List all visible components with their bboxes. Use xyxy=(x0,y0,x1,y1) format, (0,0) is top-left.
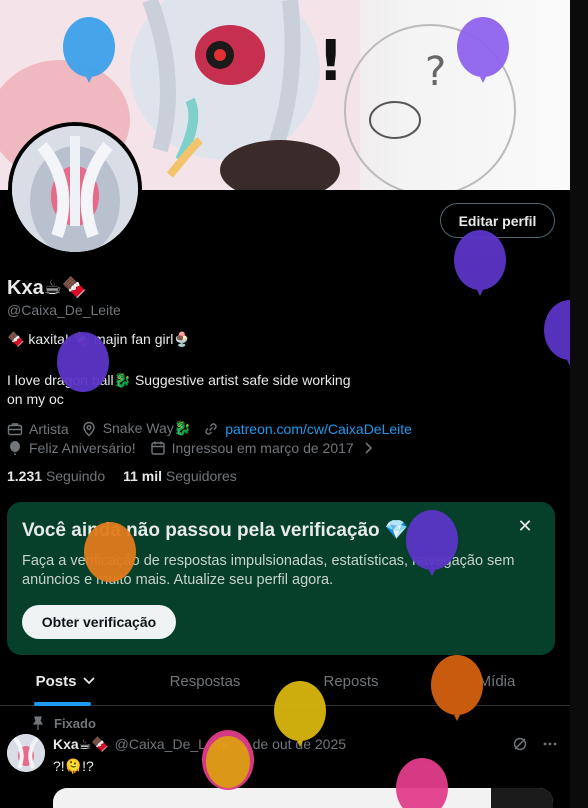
briefcase-icon xyxy=(7,421,23,437)
tweet-text: ?!🫠!? xyxy=(53,758,94,774)
balloon-icon xyxy=(7,440,23,456)
tab-reposts-label: Reposts xyxy=(323,673,379,690)
pin-icon xyxy=(30,715,46,731)
tweet-author[interactable]: Kxa☕🍫 xyxy=(53,736,109,753)
followers-label: Seguidores xyxy=(165,468,237,484)
display-name: Kxa☕🍫 xyxy=(7,277,87,299)
tab-media[interactable]: Mídia xyxy=(424,658,570,705)
profile-avatar[interactable] xyxy=(8,122,142,256)
get-verified-button[interactable]: Obter verificação xyxy=(22,605,176,639)
chevron-down-icon[interactable] xyxy=(82,675,96,689)
location-pin-icon xyxy=(81,421,97,437)
tab-posts[interactable]: Posts xyxy=(0,658,132,706)
pinned-indicator: Fixado xyxy=(30,715,96,731)
verification-title: Você ainda não passou pela verificação 💎 xyxy=(22,520,409,541)
user-handle: @Caixa_De_Leite xyxy=(7,302,121,318)
tweet-handle-date[interactable]: @Caixa_De_Leite · 5 de out de 2025 xyxy=(115,736,346,753)
tab-replies[interactable]: Respostas xyxy=(132,658,278,705)
following-link[interactable]: 1.231 Seguindo xyxy=(7,468,105,484)
tab-replies-label: Respostas xyxy=(169,673,241,690)
follow-stats: 1.231 Seguindo 11 mil Seguidores xyxy=(7,468,237,484)
tweet-avatar[interactable] xyxy=(7,734,45,772)
link-icon xyxy=(203,421,219,437)
svg-text:?: ? xyxy=(425,49,446,95)
chevron-right-icon[interactable] xyxy=(360,440,376,456)
pinned-label: Fixado xyxy=(54,715,96,731)
profile-birthday: Feliz Aniversário! xyxy=(29,440,136,456)
followers-count: 11 mil xyxy=(123,468,163,484)
bio-line-1: 🍫 kaxita! 🍫 majin fan girl🍨 xyxy=(7,331,191,347)
tweet-media[interactable] xyxy=(53,788,553,808)
following-count: 1.231 xyxy=(7,468,43,484)
bio-line-2: I love dragon ball🐉 Suggestive artist sa… xyxy=(7,372,351,407)
tweet-actions xyxy=(512,736,558,752)
tab-reposts[interactable]: Reposts xyxy=(278,658,424,705)
calendar-icon xyxy=(150,440,166,456)
verification-text: Faça a verificação de respostas impulsio… xyxy=(22,553,515,588)
more-icon[interactable] xyxy=(542,736,558,752)
scrollbar[interactable] xyxy=(570,0,588,808)
edit-profile-button[interactable]: Editar perfil xyxy=(440,203,555,238)
profile-meta-row-1: Artista Snake Way🐉 patreon.com/cw/CaixaD… xyxy=(7,420,412,437)
grok-icon[interactable] xyxy=(512,736,528,752)
profile-category: Artista xyxy=(29,420,69,437)
profile-meta-row-2: Feliz Aniversário! Ingressou em março de… xyxy=(7,440,376,456)
profile-link[interactable]: patreon.com/cw/CaixaDeLeite xyxy=(225,421,412,437)
svg-text:!: ! xyxy=(318,29,344,94)
tab-media-label: Mídia xyxy=(478,673,516,690)
tab-posts-label: Posts xyxy=(35,673,77,690)
profile-location: Snake Way🐉 xyxy=(102,420,192,436)
close-icon[interactable]: ✕ xyxy=(515,516,535,536)
verification-banner: Você ainda não passou pela verificação 💎… xyxy=(7,502,555,655)
profile-tabs: Posts Respostas Reposts Mídia xyxy=(0,658,570,706)
profile-joined: Ingressou em março de 2017 xyxy=(171,440,354,456)
following-label: Seguindo xyxy=(45,468,106,484)
tweet-header: Kxa☕🍫 @Caixa_De_Leite · 5 de out de 2025 xyxy=(53,736,346,753)
followers-link[interactable]: 11 mil Seguidores xyxy=(123,468,237,484)
